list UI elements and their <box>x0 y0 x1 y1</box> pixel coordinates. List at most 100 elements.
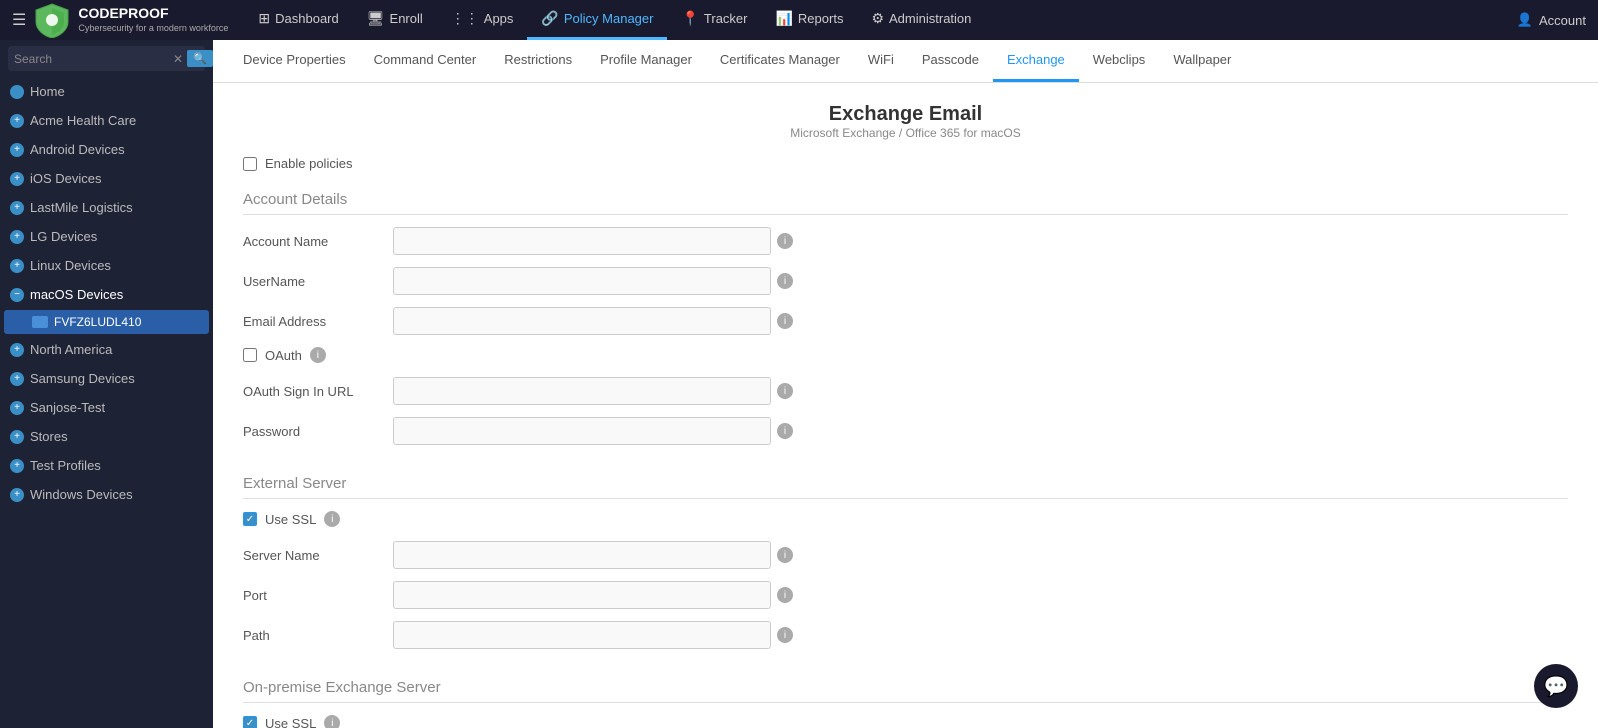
onpremise-use-ssl-checkbox[interactable]: ✓ <box>243 716 257 728</box>
sidebar-item-samsung[interactable]: + Samsung Devices <box>0 364 213 393</box>
path-input-wrap: i <box>393 621 793 649</box>
account-name-label: Account Name <box>243 234 383 249</box>
top-navigation: ☰ CODEPROOF Cybersecurity for a modern w… <box>0 0 1598 40</box>
port-label: Port <box>243 588 383 603</box>
reports-icon: 📊 <box>775 10 792 27</box>
main-layout: ✕ 🔍 Home + Acme Health Care + Android De… <box>0 40 1598 728</box>
password-input[interactable] <box>393 417 771 445</box>
oauth-signin-url-input[interactable] <box>393 377 771 405</box>
sidebar-item-stores[interactable]: + Stores <box>0 422 213 451</box>
lastmile-icon: + <box>10 201 24 215</box>
main-nav: ⊞ Dashboard 🖥 Enroll ⋮⋮ Apps 🔗 Policy Ma… <box>244 0 1516 40</box>
sidebar-item-home[interactable]: Home <box>0 77 213 106</box>
enroll-icon: 🖥 <box>367 10 385 27</box>
macos-icon: − <box>10 288 24 302</box>
stores-icon: + <box>10 430 24 444</box>
sidebar-subitem-device[interactable]: FVFZ6LUDL410 <box>4 310 209 334</box>
path-info-icon[interactable]: i <box>777 627 793 643</box>
port-input[interactable] <box>393 581 771 609</box>
port-info-icon[interactable]: i <box>777 587 793 603</box>
search-button[interactable]: 🔍 <box>187 50 213 67</box>
chat-button[interactable]: 💬 <box>1534 664 1578 708</box>
tab-wifi[interactable]: WiFi <box>854 40 908 82</box>
password-info-icon[interactable]: i <box>777 423 793 439</box>
external-use-ssl-checkbox[interactable]: ✓ <box>243 512 257 526</box>
nav-enroll[interactable]: 🖥 Enroll <box>353 0 437 40</box>
oauth-checkbox[interactable] <box>243 348 257 362</box>
server-name-label: Server Name <box>243 548 383 563</box>
search-input[interactable] <box>14 52 169 66</box>
external-use-ssl-row: ✓ Use SSL i <box>243 511 1568 527</box>
apps-icon: ⋮⋮ <box>451 10 479 27</box>
tab-device-properties[interactable]: Device Properties <box>229 40 360 82</box>
sidebar-item-linux[interactable]: + Linux Devices <box>0 251 213 280</box>
tab-certificates-manager[interactable]: Certificates Manager <box>706 40 854 82</box>
account-name-input[interactable] <box>393 227 771 255</box>
tab-exchange[interactable]: Exchange <box>993 40 1079 82</box>
sidebar-item-acme[interactable]: + Acme Health Care <box>0 106 213 135</box>
nav-administration[interactable]: ⚙ Administration <box>857 0 985 40</box>
oauth-signin-info-icon[interactable]: i <box>777 383 793 399</box>
username-input[interactable] <box>393 267 771 295</box>
username-info-icon[interactable]: i <box>777 273 793 289</box>
nav-dashboard[interactable]: ⊞ Dashboard <box>244 0 352 40</box>
sidebar-item-windows[interactable]: + Windows Devices <box>0 480 213 509</box>
tab-passcode[interactable]: Passcode <box>908 40 993 82</box>
logo-icon <box>34 2 70 38</box>
sidebar-item-android[interactable]: + Android Devices <box>0 135 213 164</box>
path-label: Path <box>243 628 383 643</box>
nav-reports[interactable]: 📊 Reports <box>761 0 857 40</box>
ios-icon: + <box>10 172 24 186</box>
tab-restrictions[interactable]: Restrictions <box>490 40 586 82</box>
oauth-info-icon[interactable]: i <box>310 347 326 363</box>
linux-icon: + <box>10 259 24 273</box>
acme-icon: + <box>10 114 24 128</box>
account-name-info-icon[interactable]: i <box>777 233 793 249</box>
email-address-info-icon[interactable]: i <box>777 313 793 329</box>
path-input[interactable] <box>393 621 771 649</box>
server-name-input[interactable] <box>393 541 771 569</box>
home-icon <box>10 85 24 99</box>
sidebar-item-lastmile[interactable]: + LastMile Logistics <box>0 193 213 222</box>
form-subtitle: Microsoft Exchange / Office 365 for macO… <box>243 126 1568 140</box>
oauth-signin-url-row: OAuth Sign In URL i <box>243 377 1568 405</box>
sidebar-item-testprofiles[interactable]: + Test Profiles <box>0 451 213 480</box>
password-row: Password i <box>243 417 1568 445</box>
sidebar-item-macos[interactable]: − macOS Devices <box>0 280 213 309</box>
tab-bar: Device Properties Command Center Restric… <box>213 40 1598 83</box>
clear-search-button[interactable]: ✕ <box>173 52 183 66</box>
testprofiles-icon: + <box>10 459 24 473</box>
server-name-row: Server Name i <box>243 541 1568 569</box>
android-icon: + <box>10 143 24 157</box>
nav-tracker[interactable]: 📍 Tracker <box>667 0 761 40</box>
tab-profile-manager[interactable]: Profile Manager <box>586 40 706 82</box>
username-input-wrap: i <box>393 267 793 295</box>
nav-policy-manager[interactable]: 🔗 Policy Manager <box>527 0 667 40</box>
tab-command-center[interactable]: Command Center <box>360 40 491 82</box>
sidebar-item-lg[interactable]: + LG Devices <box>0 222 213 251</box>
nav-apps[interactable]: ⋮⋮ Apps <box>437 0 528 40</box>
server-name-info-icon[interactable]: i <box>777 547 793 563</box>
onpremise-use-ssl-label: Use SSL <box>265 716 316 728</box>
enable-policies-row: Enable policies <box>243 156 1568 171</box>
enable-policies-checkbox[interactable] <box>243 157 257 171</box>
sidebar-item-northamerica[interactable]: + North America <box>0 335 213 364</box>
email-address-row: Email Address i <box>243 307 1568 335</box>
external-ssl-info-icon[interactable]: i <box>324 511 340 527</box>
tab-wallpaper[interactable]: Wallpaper <box>1159 40 1245 82</box>
server-name-input-wrap: i <box>393 541 793 569</box>
hamburger-icon[interactable]: ☰ <box>12 10 26 30</box>
onpremise-ssl-info-icon[interactable]: i <box>324 715 340 728</box>
email-address-input[interactable] <box>393 307 771 335</box>
tracker-icon: 📍 <box>681 10 698 27</box>
tab-webclips[interactable]: Webclips <box>1079 40 1160 82</box>
form-main-title: Exchange Email <box>243 103 1568 126</box>
logo-text: CODEPROOF Cybersecurity for a modern wor… <box>78 5 228 35</box>
oauth-signin-url-input-wrap: i <box>393 377 793 405</box>
port-input-wrap: i <box>393 581 793 609</box>
sidebar: ✕ 🔍 Home + Acme Health Care + Android De… <box>0 40 213 728</box>
account-menu[interactable]: 👤 Account <box>1517 12 1586 28</box>
sidebar-item-ios[interactable]: + iOS Devices <box>0 164 213 193</box>
windows-icon: + <box>10 488 24 502</box>
sidebar-item-sanjose[interactable]: + Sanjose-Test <box>0 393 213 422</box>
